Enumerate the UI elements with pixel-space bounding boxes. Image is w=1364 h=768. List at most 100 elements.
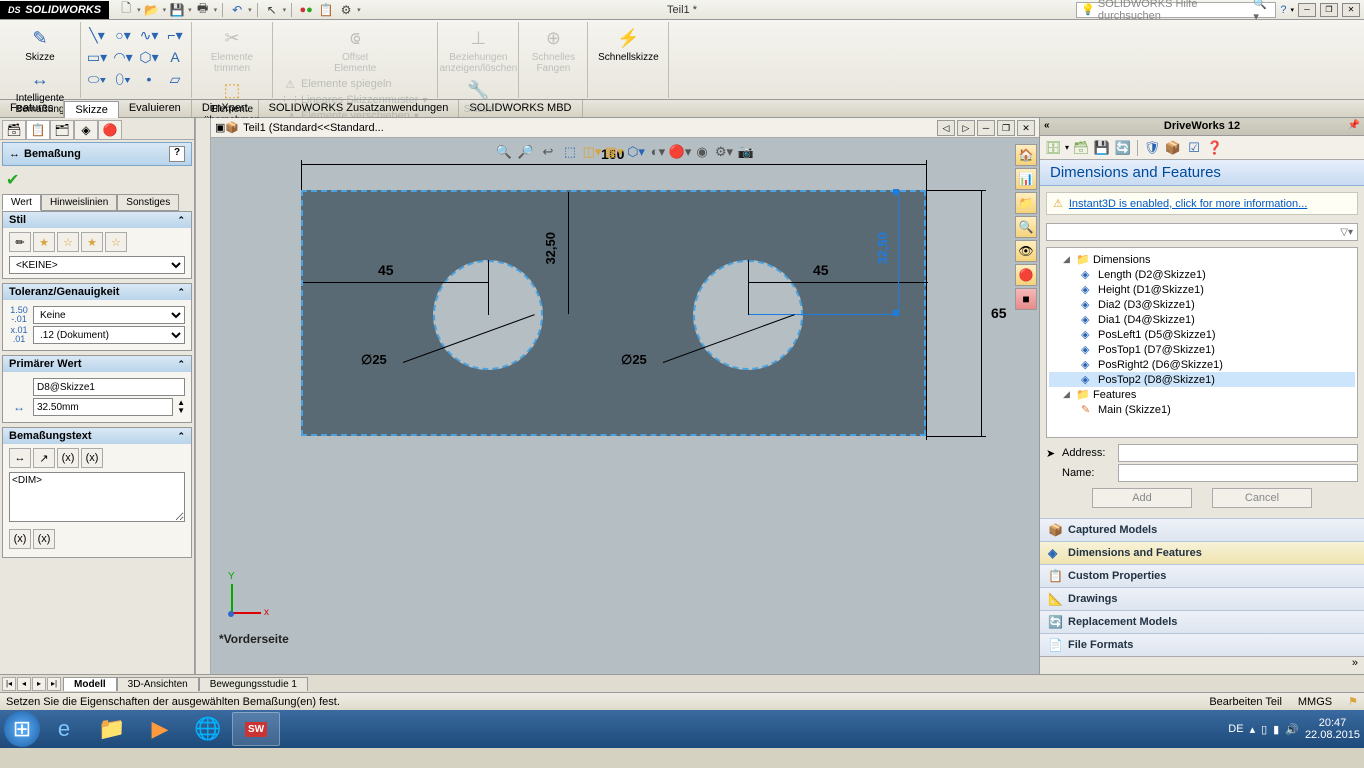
fm-tab-pm[interactable]: 📋 [26,120,50,140]
tab-features[interactable]: Features [0,100,64,117]
section-primaer[interactable]: Primärer Wert⌃ [3,356,191,372]
dt-btn-3[interactable]: (x) [57,448,79,468]
tree-features[interactable]: ◢📁Features [1049,387,1355,402]
bt-first[interactable]: |◂ [2,677,16,691]
fm-tab-tree[interactable]: 🗃 [2,120,26,140]
trim-button[interactable]: ✂Elemente trimmen [202,24,262,76]
left-scrollbar[interactable] [195,118,211,674]
tree-item[interactable]: ◈PosLeft1 (D5@Skizze1) [1049,327,1355,342]
search-icon[interactable]: 🔍▾ [1253,0,1271,23]
dim-offset-r[interactable] [748,282,928,283]
fm-tab-dimxpert[interactable]: ◈ [74,120,98,140]
help-search-input[interactable]: 💡 SOLIDWORKS Hilfe durchsuchen🔍▾ [1076,2,1276,18]
style-btn-3[interactable]: ☆ [57,232,79,252]
tree-item[interactable]: ◈Height (D1@Skizze1) [1049,282,1355,297]
dw-tb-7[interactable]: ☑ [1185,139,1203,157]
doc-prev[interactable]: ◁ [937,120,955,136]
open-icon[interactable]: 📂 [143,1,161,19]
view-settings-icon[interactable]: ⚙▾ [714,142,734,162]
pm-tab-hinweis[interactable]: Hinweislinien [41,194,117,211]
breadcrumb[interactable]: Teil1 (Standard<<Standard... [243,122,384,134]
acc-custom-properties[interactable]: 📋Custom Properties [1040,564,1364,587]
name-input[interactable] [1118,464,1358,482]
pattern-button[interactable]: ⋮⋮Lineares Skizzenmuster▾ [279,92,431,108]
ellipse-tool[interactable]: ⬯▾ [111,68,135,90]
tab-modell[interactable]: Modell [63,677,117,691]
dim-width[interactable] [301,164,926,165]
side-btn-3[interactable]: 📁 [1015,192,1037,214]
dim-v1-text[interactable]: 32,50 [543,232,558,265]
offset-button[interactable]: ⟃Offset Elemente [325,24,385,76]
tree-dimensions[interactable]: ◢📁Dimensions [1049,252,1355,267]
graphics-canvas[interactable]: 🏠 📊 📁 🔍 👁 🔴 ■ 160 65 [211,138,1039,674]
spinner-icon[interactable]: ▲▼ [177,399,185,415]
task-ie[interactable]: e [40,712,88,746]
side-btn-6[interactable]: 🔴 [1015,264,1037,286]
tree-item[interactable]: ◈Dia1 (D4@Skizze1) [1049,312,1355,327]
options-icon[interactable]: 📋 [317,1,335,19]
dw-footer[interactable]: » [1040,656,1364,674]
expand-icon[interactable]: ▣ [215,121,225,134]
bt-next[interactable]: ▸ [32,677,46,691]
slot-tool[interactable]: ⬭▾ [85,68,109,90]
dim-v2-text[interactable]: 32,50 [875,232,890,265]
section-dimtext[interactable]: Bemaßungstext⌃ [3,428,191,444]
side-btn-2[interactable]: 📊 [1015,168,1037,190]
rapid-sketch-button[interactable]: ⚡Schnellskizze [592,24,664,65]
dw-filter-input[interactable]: ▽▾ [1046,223,1358,241]
pm-tab-wert[interactable]: Wert [2,194,41,211]
status-units[interactable]: MMGS [1298,696,1332,708]
dim-height-text[interactable]: 65 [991,305,1007,321]
task-chrome[interactable]: 🌐 [184,712,232,746]
side-btn-1[interactable]: 🏠 [1015,144,1037,166]
cancel-button[interactable]: Cancel [1212,488,1312,508]
dw-tb-2[interactable]: 🗃 [1072,139,1090,157]
dt-btn-2[interactable]: ↗ [33,448,55,468]
dw-tb-4[interactable]: 🔄 [1114,139,1132,157]
task-media[interactable]: ▶ [136,712,184,746]
fm-tab-display[interactable]: 🔴 [98,120,122,140]
dt-btn-6[interactable]: (x) [33,529,55,549]
dw-tb-5[interactable]: 🛡 [1143,139,1161,157]
plane-tool[interactable]: ▱ [163,68,187,90]
section-stil[interactable]: Stil⌃ [3,212,191,228]
ok-button[interactable]: ✔ [6,172,19,189]
tray-up-icon[interactable]: ▴ [1250,723,1256,736]
add-button[interactable]: Add [1092,488,1192,508]
side-btn-5[interactable]: 👁 [1015,240,1037,262]
dim-dia1-text[interactable]: ∅25 [361,352,387,368]
undo-icon[interactable]: ↶ [228,1,246,19]
close-button[interactable]: ✕ [1342,3,1360,17]
tab-3d-ansichten[interactable]: 3D-Ansichten [117,677,199,691]
skizze-button[interactable]: ✎ Skizze [10,24,70,65]
tray-net-icon[interactable]: ▮ [1273,723,1279,736]
doc-max[interactable]: ❐ [997,120,1015,136]
fillet-tool[interactable]: ⌐▾ [163,24,187,46]
settings-icon[interactable]: ⚙ [337,1,355,19]
tree-item[interactable]: ◈PosTop1 (D7@Skizze1) [1049,342,1355,357]
help-icon[interactable]: ? [1280,4,1286,16]
task-explorer[interactable]: 📁 [88,712,136,746]
dt-btn-1[interactable]: ↔ [9,448,31,468]
prev-view-icon[interactable]: ↩ [538,142,558,162]
help-button[interactable]: ? [169,146,185,162]
dw-tb-8[interactable]: ❓ [1206,139,1224,157]
style-btn-5[interactable]: ☆ [105,232,127,252]
dt-btn-5[interactable]: (x) [9,529,31,549]
zoom-fit-icon[interactable]: 🔍 [494,142,514,162]
text-tool[interactable]: A [163,46,187,68]
dim-v2[interactable] [898,192,899,314]
rect-tool[interactable]: ▭▾ [85,46,109,68]
address-input[interactable] [1118,444,1358,462]
tree-item[interactable]: ◈Length (D2@Skizze1) [1049,267,1355,282]
filter-icon[interactable]: ▽▾ [1336,227,1357,238]
dt-btn-4[interactable]: (x) [81,448,103,468]
point-tool[interactable]: • [137,68,161,90]
pin-icon[interactable]: 📌 [1348,120,1360,131]
tray-flag-icon[interactable]: ▯ [1261,723,1267,736]
tree-item[interactable]: ✎Main (Skizze1) [1049,402,1355,417]
render-icon[interactable]: ◉ [692,142,712,162]
tray-clock[interactable]: 20:4722.08.2015 [1305,717,1360,741]
sketch-rect[interactable]: 45 45 32,50 32,50 ∅25 ∅25 [301,190,926,436]
view-orient-icon[interactable]: ◫▾ [582,142,602,162]
